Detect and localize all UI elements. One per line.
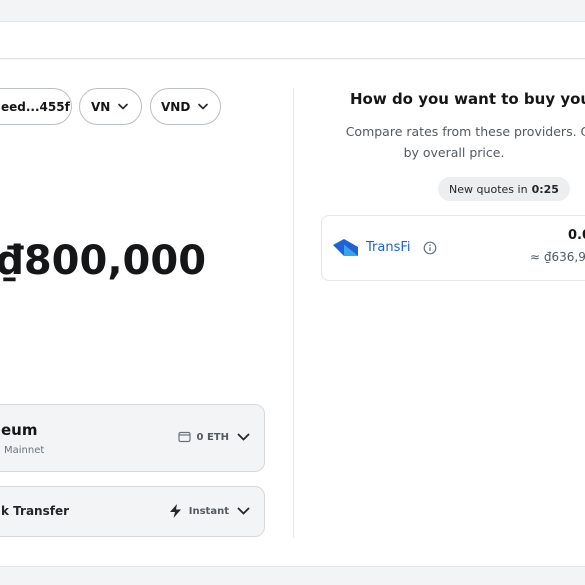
header-strip <box>0 22 585 59</box>
quotes-title: How do you want to buy you <box>350 90 585 108</box>
chevron-down-icon <box>198 103 209 110</box>
currency-label: VND <box>161 99 191 114</box>
browser-top-bar <box>0 0 585 22</box>
info-icon[interactable] <box>423 241 437 255</box>
provider-crypto-amount: 0.0 <box>568 228 585 243</box>
region-selector[interactable]: VN <box>79 88 142 125</box>
provider-fiat-amount: ≈ ₫636,9 <box>530 250 585 264</box>
provider-name: TransFi <box>366 240 411 255</box>
account-label: eed...455f <box>1 99 70 114</box>
lightning-icon <box>169 504 181 518</box>
wallet-icon <box>177 431 191 443</box>
chevron-down-icon <box>237 433 250 441</box>
quotes-subtitle-line2: by overall price. <box>403 145 505 160</box>
token-network: Mainnet <box>4 445 45 456</box>
panel-divider <box>293 88 294 538</box>
quotes-refresh-prefix: New quotes in <box>449 182 528 196</box>
currency-selector[interactable]: VND <box>150 88 221 125</box>
payment-method-name: k Transfer <box>1 504 70 518</box>
provider-quote-card[interactable]: TransFi 0.0 ≈ ₫636,9 <box>321 215 585 281</box>
token-name: eum <box>1 421 38 439</box>
payment-speed-group: Instant <box>169 504 250 518</box>
footer-bar <box>0 566 585 585</box>
buy-page: eed...455f VN VND ₫800,000 eum Mainnet 0… <box>0 60 585 566</box>
token-balance: 0 ETH <box>196 431 229 443</box>
payment-speed: Instant <box>188 505 229 517</box>
quotes-subtitle-line1: Compare rates from these providers. Qu <box>345 124 585 139</box>
token-selector[interactable]: eum Mainnet 0 ETH <box>0 404 265 472</box>
account-selector[interactable]: eed...455f <box>0 88 72 125</box>
quotes-refresh-badge: New quotes in 0:25 <box>438 177 570 201</box>
chevron-down-icon <box>237 507 250 515</box>
region-label: VN <box>91 99 111 114</box>
payment-method-selector[interactable]: k Transfer Instant <box>0 486 265 537</box>
token-balance-group: 0 ETH <box>177 431 250 443</box>
transfi-logo-icon <box>333 239 358 256</box>
quotes-refresh-timer: 0:25 <box>531 182 559 196</box>
fiat-amount-input[interactable]: ₫800,000 <box>0 238 206 284</box>
chevron-down-icon <box>118 103 129 110</box>
